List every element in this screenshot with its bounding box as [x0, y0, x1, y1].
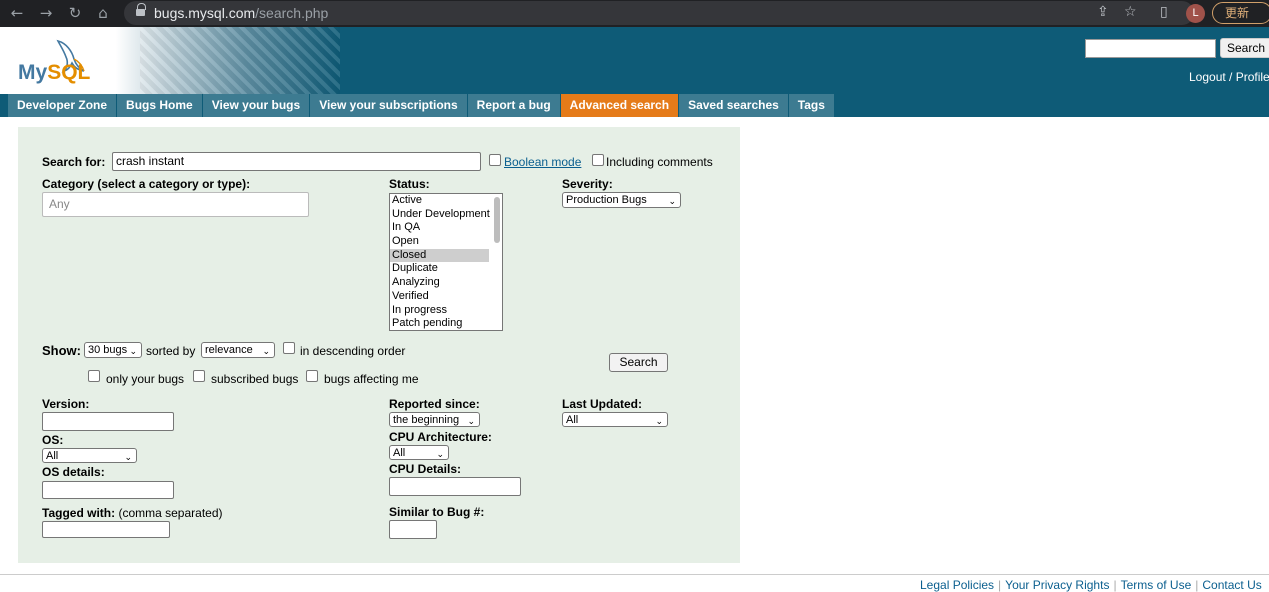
sort-select[interactable]: relevance ⌄	[201, 342, 275, 358]
lock-icon	[136, 3, 146, 17]
advanced-search-form: Search for: crash instant Boolean mode I…	[18, 127, 740, 563]
status-option[interactable]: Verified	[390, 290, 489, 304]
footer-link[interactable]: Contact Us	[1202, 578, 1261, 592]
status-option[interactable]: Under Development	[390, 208, 490, 222]
cpu-architecture-label: CPU Architecture:	[389, 430, 492, 444]
bugs-affecting-me-checkbox[interactable]	[306, 370, 318, 382]
nav-tab-advanced-search[interactable]: Advanced search	[560, 94, 680, 117]
severity-label: Severity:	[562, 177, 613, 191]
account-links[interactable]: Logout / Profile	[1189, 70, 1269, 84]
subscribed-bugs-checkbox[interactable]	[193, 370, 205, 382]
show-label: Show:	[42, 343, 81, 358]
footer-separator: |	[1195, 578, 1199, 592]
tagged-with-label-text: Tagged with:	[42, 506, 116, 520]
category-label: Category (select a category or type):	[42, 177, 251, 191]
browser-toolbar: ← → ↻ ⌂ bugs.mysql.com/search.php ⇪ ☆ ▯ …	[0, 0, 1269, 27]
search-button[interactable]: Search	[609, 353, 668, 372]
url-text[interactable]: bugs.mysql.com/search.php	[154, 5, 328, 21]
severity-select[interactable]: Production Bugs ⌄	[562, 192, 681, 208]
status-option[interactable]: In QA	[390, 221, 489, 235]
bugs-affecting-me-label: bugs affecting me	[324, 372, 419, 386]
logo-wordmark: MySQL	[18, 61, 91, 84]
subscribed-bugs-label: subscribed bugs	[211, 372, 299, 386]
descending-checkbox[interactable]	[283, 342, 295, 354]
status-option[interactable]: Active	[390, 194, 489, 208]
status-label: Status:	[389, 177, 430, 191]
search-for-label: Search for:	[42, 155, 106, 169]
similar-bug-input[interactable]	[389, 520, 437, 539]
similar-bug-label: Similar to Bug #:	[389, 505, 485, 519]
status-option[interactable]: Open	[390, 235, 489, 249]
update-button[interactable]: 更新	[1212, 2, 1269, 24]
side-panel-icon[interactable]: ▯	[1160, 4, 1168, 20]
last-updated-label: Last Updated:	[562, 397, 643, 411]
main-nav: Developer Zone Bugs Home View your bugs Vie…	[0, 94, 1269, 117]
site-header: MySQL Search Logout / Profile	[0, 27, 1269, 94]
nav-tab-tags[interactable]: Tags	[788, 94, 835, 117]
mysql-logo[interactable]: MySQL	[18, 37, 98, 87]
footer-link[interactable]: Your Privacy Rights	[1005, 578, 1109, 592]
nav-tab-saved-searches[interactable]: Saved searches	[679, 94, 789, 117]
footer-separator: |	[1113, 578, 1117, 592]
footer-link[interactable]: Terms of Use	[1121, 578, 1192, 592]
nav-tab-view-your-subscriptions[interactable]: View your subscriptions	[310, 94, 468, 117]
reload-icon[interactable]: ↻	[66, 4, 84, 22]
status-option[interactable]: Analyzing	[390, 276, 489, 290]
including-comments-checkbox[interactable]	[592, 154, 604, 166]
status-option[interactable]: In progress	[390, 304, 489, 318]
show-count-select[interactable]: 30 bugs ⌄	[84, 342, 142, 358]
back-icon[interactable]: ←	[8, 4, 26, 22]
listbox-scrollbar[interactable]	[494, 197, 500, 243]
status-option[interactable]: Duplicate	[390, 262, 489, 276]
nav-tab-developer-zone[interactable]: Developer Zone	[8, 94, 118, 117]
footer-link[interactable]: Legal Policies	[920, 578, 994, 592]
tagged-with-label: Tagged with: (comma separated)	[42, 506, 223, 520]
descending-label: in descending order	[300, 344, 406, 358]
cpu-details-label: CPU Details:	[389, 462, 462, 476]
footer-divider	[0, 574, 1269, 575]
nav-tab-view-your-bugs[interactable]: View your bugs	[202, 94, 311, 117]
status-listbox[interactable]: Active Under Development In QA Open Closed Du…	[389, 193, 503, 331]
os-label: OS:	[42, 433, 64, 447]
nav-tab-report-a-bug[interactable]: Report a bug	[467, 94, 561, 117]
cpu-details-input[interactable]	[389, 477, 521, 496]
nav-tabs: Developer Zone Bugs Home View your bugs Vie…	[8, 94, 835, 117]
os-details-input[interactable]	[42, 481, 174, 499]
home-icon[interactable]: ⌂	[94, 4, 112, 22]
status-option[interactable]: Closed	[390, 248, 489, 263]
header-pattern	[140, 27, 340, 94]
os-select[interactable]: All ⌄	[42, 448, 137, 463]
only-your-bugs-label: only your bugs	[106, 372, 185, 386]
search-for-input[interactable]: crash instant	[112, 152, 481, 171]
nav-tab-bugs-home[interactable]: Bugs Home	[117, 94, 203, 117]
boolean-mode-checkbox[interactable]	[489, 154, 501, 166]
tagged-with-input[interactable]	[42, 521, 170, 538]
cpu-architecture-select[interactable]: All ⌄	[389, 445, 449, 460]
reported-since-label: Reported since:	[389, 397, 480, 411]
only-your-bugs-checkbox[interactable]	[88, 370, 100, 382]
forward-icon[interactable]: →	[37, 4, 55, 22]
address-bar[interactable]: bugs.mysql.com/search.php	[124, 1, 1194, 25]
last-updated-select[interactable]: All ⌄	[562, 412, 668, 427]
boolean-mode-link[interactable]: Boolean mode	[504, 155, 581, 169]
status-option[interactable]: Patch pending	[390, 317, 489, 330]
including-comments-label: Including comments	[606, 155, 713, 169]
os-details-label: OS details:	[42, 465, 105, 479]
version-input[interactable]	[42, 412, 174, 431]
version-label: Version:	[42, 397, 90, 411]
category-input[interactable]: Any	[42, 192, 309, 217]
share-icon[interactable]: ⇪	[1097, 4, 1109, 20]
reported-since-select[interactable]: the beginning ⌄	[389, 412, 480, 427]
bookmark-star-icon[interactable]: ☆	[1124, 4, 1137, 20]
footer-separator: |	[998, 578, 1002, 592]
header-search-input[interactable]	[1085, 39, 1216, 58]
tagged-with-hint: (comma separated)	[118, 506, 223, 520]
profile-avatar[interactable]: L	[1186, 4, 1205, 23]
header-search-button[interactable]: Search	[1220, 38, 1269, 58]
footer-links: Legal Policies | Your Privacy Rights | Terms…	[920, 578, 1262, 592]
sorted-by-label: sorted by	[146, 344, 196, 358]
